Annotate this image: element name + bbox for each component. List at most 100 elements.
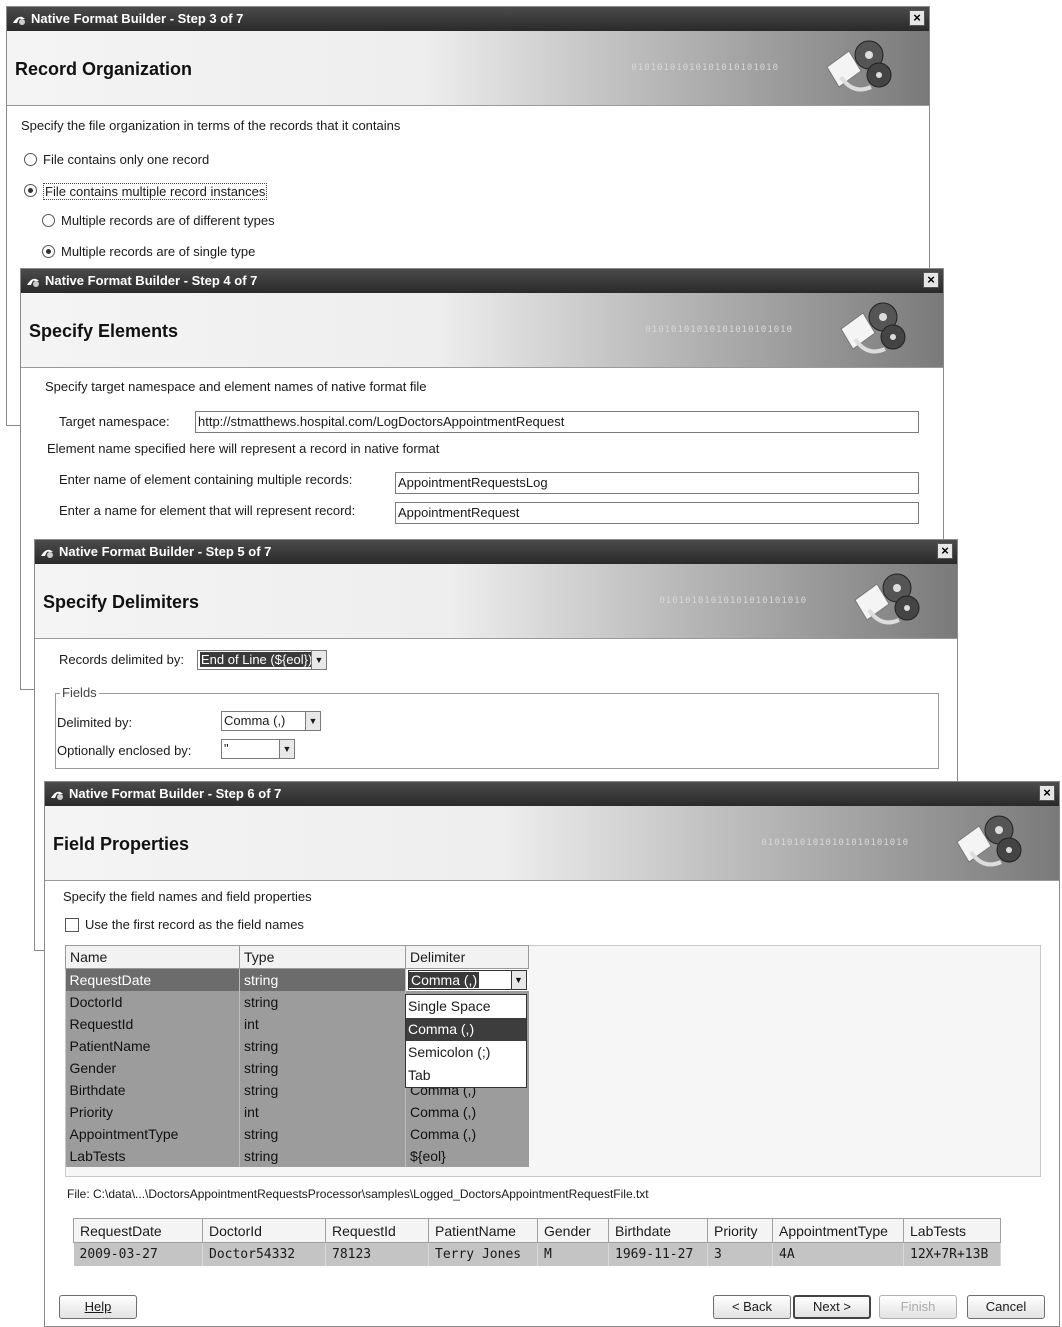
step6-window: Native Format Builder - Step 6 of 7 × Fi…: [44, 781, 1060, 1327]
preview-column-header: LabTests: [903, 1218, 1001, 1243]
selected-value: ": [224, 741, 229, 756]
instruction-text: Specify target namespace and element nam…: [45, 379, 427, 394]
table-row[interactable]: AppointmentType string Comma (,): [65, 1123, 529, 1145]
radio-single-type[interactable]: [42, 245, 55, 258]
chevron-down-icon[interactable]: ▼: [510, 971, 526, 989]
next-button-label: Next >: [813, 1299, 851, 1314]
title-bar[interactable]: Native Format Builder - Step 6 of 7 ×: [45, 782, 1059, 806]
chevron-down-icon[interactable]: ▼: [279, 740, 294, 758]
preview-column-header: PatientName: [428, 1218, 538, 1243]
page-title: Specify Elements: [29, 321, 179, 341]
title-bar[interactable]: Native Format Builder - Step 4 of 7 ×: [21, 269, 943, 293]
preview-cell: 2009-03-27: [73, 1242, 203, 1266]
title-bar[interactable]: Native Format Builder - Step 3 of 7 ×: [7, 7, 929, 31]
banner-binary-pattern: 01010101010101010101010: [631, 63, 779, 73]
field-name: RequestDate: [65, 968, 240, 991]
records-delimited-label: Records delimited by:: [59, 652, 184, 667]
delimiter-select[interactable]: Comma (,) ▼: [408, 970, 527, 990]
delimiter-dropdown-list: Single Space Comma (,) Semicolon (;) Tab: [405, 994, 527, 1088]
header-banner: Specify Delimiters 010101010101010101010…: [35, 564, 957, 639]
instruction-text: Specify the field names and field proper…: [63, 889, 312, 904]
field-type[interactable]: string: [239, 1057, 406, 1079]
field-name: PatientName: [65, 1035, 240, 1057]
preview-cell: 78123: [325, 1242, 429, 1266]
preview-column-header: RequestDate: [73, 1218, 203, 1243]
first-record-checkbox[interactable]: [65, 918, 79, 932]
field-type[interactable]: string: [239, 1035, 406, 1057]
field-type[interactable]: string: [239, 1079, 406, 1101]
column-header[interactable]: Type: [239, 945, 406, 969]
preview-cell: M: [537, 1242, 609, 1266]
finish-button-label: Finish: [900, 1299, 936, 1314]
close-icon[interactable]: ×: [937, 543, 953, 559]
field-name: Priority: [65, 1101, 240, 1123]
field-type[interactable]: string: [239, 1123, 406, 1145]
field-type[interactable]: string: [239, 968, 406, 991]
selected-value: Comma (,): [409, 972, 480, 988]
record-element-input[interactable]: AppointmentRequest: [395, 502, 919, 524]
table-row[interactable]: RequestDate string Comma (,) ▼: [65, 968, 529, 991]
next-button[interactable]: Next >: [793, 1295, 871, 1319]
dropdown-option[interactable]: Tab: [406, 1064, 526, 1087]
field-name: AppointmentType: [65, 1123, 240, 1145]
banner-binary-pattern: 01010101010101010101010: [761, 838, 909, 848]
records-delimited-select[interactable]: End of Line (${eol}) ▼: [197, 650, 327, 670]
dropdown-option[interactable]: Semicolon (;): [406, 1041, 526, 1064]
table-row[interactable]: LabTests string ${eol}: [65, 1145, 529, 1167]
field-type[interactable]: int: [239, 1101, 406, 1123]
preview-column-header: DoctorId: [202, 1218, 326, 1243]
field-type[interactable]: string: [239, 1145, 406, 1167]
chevron-down-icon[interactable]: ▼: [305, 712, 320, 730]
window-title: Native Format Builder - Step 4 of 7: [45, 273, 258, 288]
radio-multiple-records[interactable]: [24, 184, 37, 197]
field-name: DoctorId: [65, 991, 240, 1013]
close-icon[interactable]: ×: [923, 272, 939, 288]
instruction-text: Specify the file organization in terms o…: [21, 118, 401, 133]
back-button[interactable]: < Back: [713, 1295, 791, 1319]
selected-value: Comma (,): [224, 713, 286, 728]
field-name: LabTests: [65, 1145, 240, 1167]
field-delimiter[interactable]: ${eol}: [405, 1145, 529, 1167]
field-delimiter[interactable]: Comma (,): [405, 1123, 529, 1145]
namespace-label: Target namespace:: [59, 414, 170, 429]
field-delimiter[interactable]: Comma (,): [405, 1101, 529, 1123]
preview-cell: Doctor54332: [202, 1242, 326, 1266]
radio-different-types[interactable]: [42, 214, 55, 227]
radio-label: Multiple records are of single type: [61, 244, 256, 259]
sample-file-path: File: C:\data\...\DoctorsAppointmentRequ…: [67, 1187, 649, 1201]
dropdown-option[interactable]: Single Space: [406, 995, 526, 1018]
radio-label: File contains multiple record instances: [43, 183, 268, 200]
dropdown-option[interactable]: Comma (,): [406, 1018, 526, 1041]
table-row[interactable]: Priority int Comma (,): [65, 1101, 529, 1123]
title-bar[interactable]: Native Format Builder - Step 5 of 7 ×: [35, 540, 957, 564]
preview-column-header: AppointmentType: [772, 1218, 904, 1243]
field-type[interactable]: int: [239, 1013, 406, 1035]
help-button[interactable]: Help: [59, 1295, 137, 1319]
column-header[interactable]: Delimiter: [405, 945, 529, 969]
preview-column-header: Birthdate: [608, 1218, 708, 1243]
preview-table: RequestDate DoctorId RequestId PatientNa…: [73, 1218, 1001, 1266]
enclosed-by-select[interactable]: " ▼: [221, 739, 295, 759]
chevron-down-icon[interactable]: ▼: [311, 651, 326, 669]
field-name: Birthdate: [65, 1079, 240, 1101]
preview-cell: 3: [707, 1242, 773, 1266]
namespace-input[interactable]: http://stmatthews.hospital.com/LogDoctor…: [195, 411, 919, 433]
field-delimiter-cell[interactable]: Comma (,) ▼: [405, 968, 529, 991]
close-icon[interactable]: ×: [1039, 785, 1055, 801]
app-icon: [27, 278, 39, 287]
preview-cell: 12X+7R+13B: [903, 1242, 1001, 1266]
fields-legend: Fields: [60, 685, 99, 700]
finish-button[interactable]: Finish: [879, 1295, 957, 1319]
cancel-button[interactable]: Cancel: [967, 1295, 1045, 1319]
close-icon[interactable]: ×: [909, 10, 925, 26]
column-header[interactable]: Name: [65, 945, 240, 969]
field-type[interactable]: string: [239, 991, 406, 1013]
delimited-by-select[interactable]: Comma (,) ▼: [221, 711, 321, 731]
preview-cell: 4A: [772, 1242, 904, 1266]
radio-label: File contains only one record: [43, 152, 210, 167]
back-button-label: < Back: [731, 1299, 773, 1314]
multi-element-input[interactable]: AppointmentRequestsLog: [395, 472, 919, 494]
field-name: RequestId: [65, 1013, 240, 1035]
radio-one-record[interactable]: [24, 153, 37, 166]
preview-column-header: Priority: [707, 1218, 773, 1243]
